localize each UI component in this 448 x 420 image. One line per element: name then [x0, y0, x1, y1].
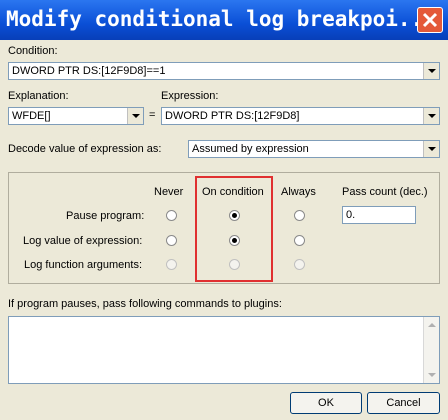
scroll-up-icon — [428, 323, 436, 327]
column-always: Always — [281, 186, 316, 198]
decode-combo[interactable]: Assumed by expression — [188, 140, 440, 158]
title-bar: Modify conditional log breakpoi... — [0, 0, 448, 40]
cancel-button[interactable]: Cancel — [367, 392, 440, 414]
expression-dropdown-button[interactable] — [423, 108, 439, 124]
pass-count-value: 0. — [346, 209, 356, 221]
equals-sign: = — [149, 109, 156, 121]
row-label-pause: Pause program: — [66, 210, 145, 222]
condition-label: Condition: — [8, 45, 58, 57]
expression-label: Expression: — [161, 90, 219, 102]
pause-always-radio[interactable] — [294, 210, 305, 221]
row-label-log-args: Log function arguments: — [24, 259, 143, 271]
condition-combo[interactable]: DWORD PTR DS:[12F9D8]==1 — [8, 62, 440, 80]
row-label-log-value: Log value of expression: — [23, 235, 143, 247]
condition-value: DWORD PTR DS:[12F9D8]==1 — [12, 65, 166, 77]
explanation-dropdown-button[interactable] — [127, 108, 143, 124]
log-args-never-radio[interactable] — [166, 259, 177, 270]
ok-button[interactable]: OK — [290, 392, 362, 414]
decode-value: Assumed by expression — [192, 143, 309, 155]
plugins-commands-textarea[interactable] — [8, 316, 440, 384]
chevron-down-icon — [132, 114, 140, 118]
window-title: Modify conditional log breakpoi... — [6, 7, 436, 31]
expression-combo[interactable]: DWORD PTR DS:[12F9D8] — [161, 107, 440, 125]
log-args-always-radio[interactable] — [294, 259, 305, 270]
decode-label: Decode value of expression as: — [8, 143, 162, 155]
close-icon — [422, 12, 438, 28]
log-value-always-radio[interactable] — [294, 235, 305, 246]
condition-dropdown-button[interactable] — [423, 63, 439, 79]
decode-dropdown-button[interactable] — [423, 141, 439, 157]
chevron-down-icon — [428, 147, 436, 151]
chevron-down-icon — [428, 69, 436, 73]
explanation-combo[interactable]: WFDE[] — [8, 107, 144, 125]
plugins-label: If program pauses, pass following comman… — [8, 298, 282, 310]
explanation-label: Explanation: — [8, 90, 69, 102]
explanation-value: WFDE[] — [12, 110, 51, 122]
column-never: Never — [154, 186, 184, 198]
log-value-never-radio[interactable] — [166, 235, 177, 246]
pause-never-radio[interactable] — [166, 210, 177, 221]
highlight-box — [195, 176, 273, 282]
plugins-scrollbar[interactable] — [423, 317, 439, 383]
scroll-down-icon — [428, 373, 436, 377]
expression-value: DWORD PTR DS:[12F9D8] — [165, 110, 300, 122]
chevron-down-icon — [428, 114, 436, 118]
pass-count-input[interactable]: 0. — [342, 206, 416, 224]
close-button[interactable] — [417, 7, 443, 33]
pass-count-label: Pass count (dec.) — [342, 186, 428, 198]
